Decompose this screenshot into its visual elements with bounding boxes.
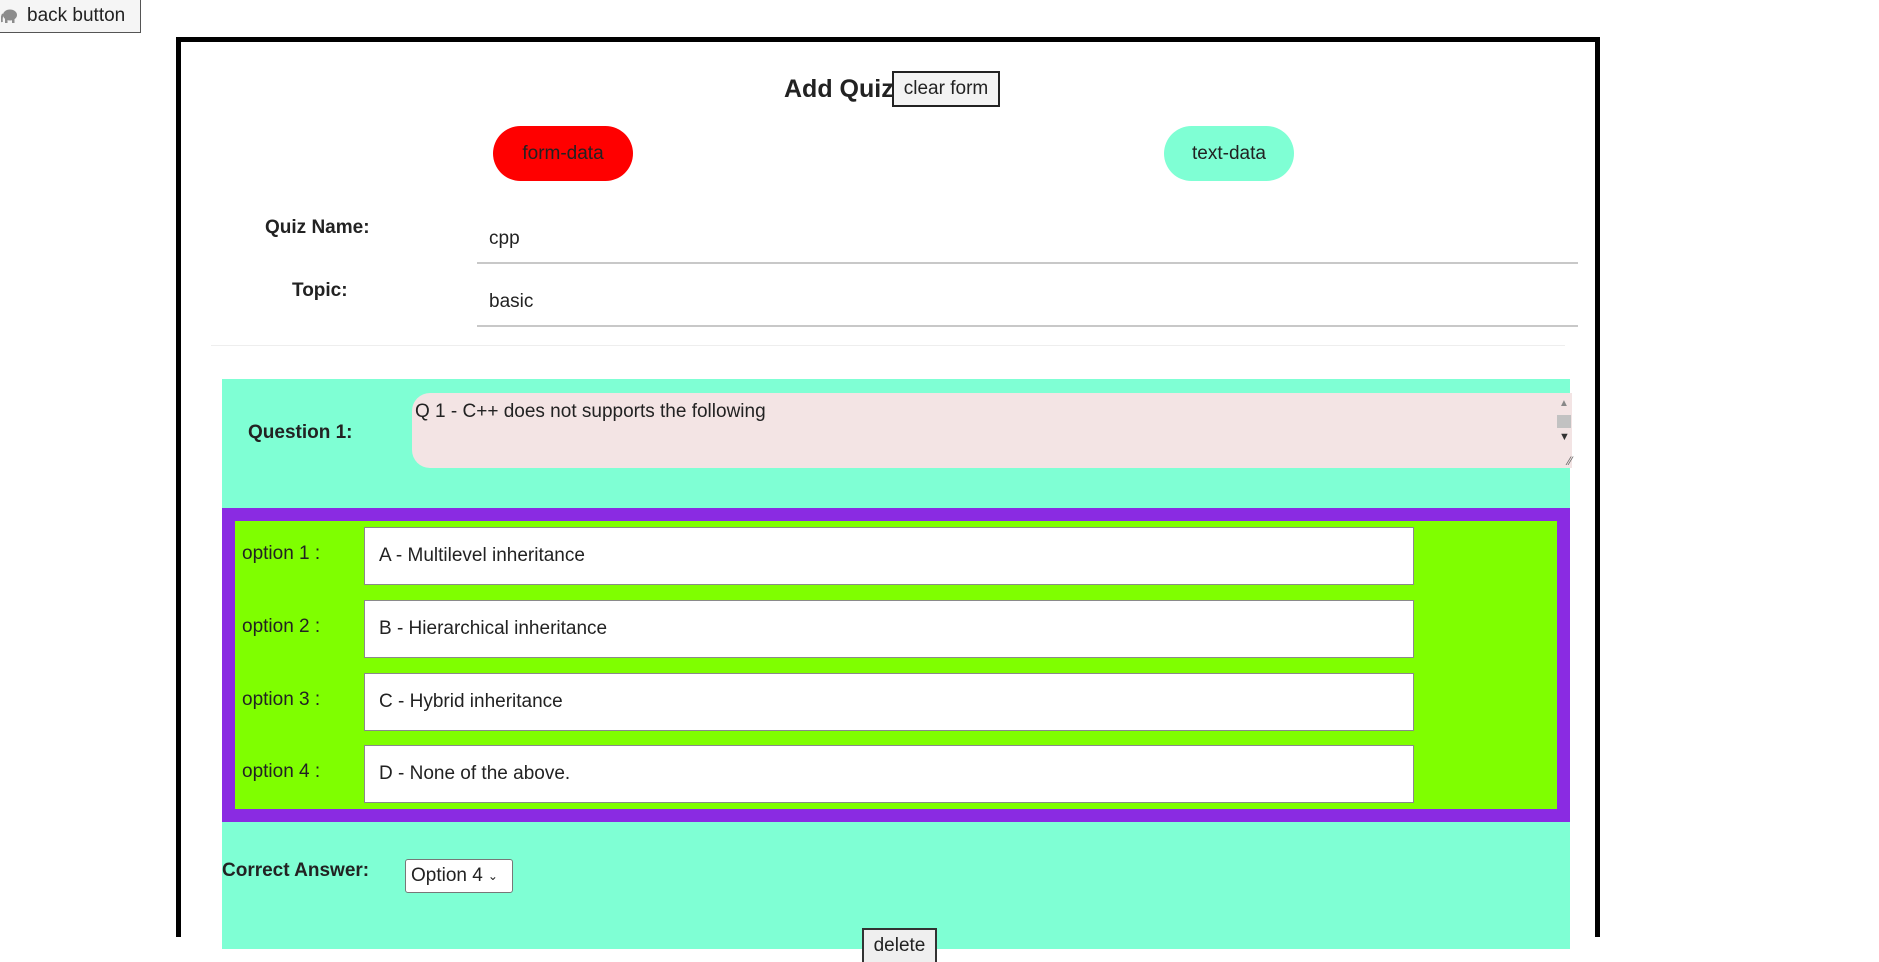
question-scrollbar[interactable]: ▲ ▼ ⁄⁄ [1555,395,1572,468]
option-3-label: option 3 : [242,689,321,710]
scroll-thumb[interactable] [1557,415,1571,428]
back-button-label: back button [27,4,126,26]
chevron-down-icon: ⌄ [487,869,498,883]
quiz-name-input[interactable] [477,216,1578,264]
question-textarea[interactable]: Q 1 - C++ does not supports the followin… [412,393,1572,468]
correct-answer-select[interactable]: Option 4 ⌄ [405,859,513,893]
correct-answer-value: Option 4 [411,865,483,886]
question-block: Question 1: Q 1 - C++ does not supports … [222,379,1572,962]
option-2-label: option 2 : [242,616,321,637]
page-title: Add Quiz [784,75,894,103]
section-divider [211,345,1565,346]
option-3-input[interactable]: C - Hybrid inheritance [364,673,1414,731]
scroll-up-icon[interactable]: ▲ [1559,398,1569,409]
clear-form-button[interactable]: clear form [892,71,1000,107]
option-4-input[interactable]: D - None of the above. [364,745,1414,803]
option-1-label: option 1 : [242,543,321,564]
scroll-down-icon[interactable]: ▼ [1559,431,1570,443]
option-2-input[interactable]: B - Hierarchical inheritance [364,600,1414,658]
option-1-input[interactable]: A - Multilevel inheritance [364,527,1414,585]
text-data-toggle[interactable]: text-data [1164,126,1294,181]
question-text: Q 1 - C++ does not supports the followin… [415,401,766,422]
topic-input[interactable] [477,279,1578,327]
option-4-label: option 4 : [242,761,321,782]
add-quiz-form: Add Quiz clear form form-data text-data … [176,37,1600,962]
back-button[interactable]: back button [0,0,141,33]
question-label: Question 1: [248,422,353,443]
resize-grip-icon[interactable]: ⁄⁄ [1568,454,1572,468]
delete-button[interactable]: delete [862,928,937,962]
options-box: option 1 : A - Multilevel inheritance op… [222,508,1570,822]
correct-answer-label: Correct Answer: [222,860,370,881]
quiz-name-label: Quiz Name: [265,217,370,238]
topic-label: Topic: [292,280,348,301]
form-data-toggle[interactable]: form-data [493,126,633,181]
elephant-icon [0,8,19,24]
